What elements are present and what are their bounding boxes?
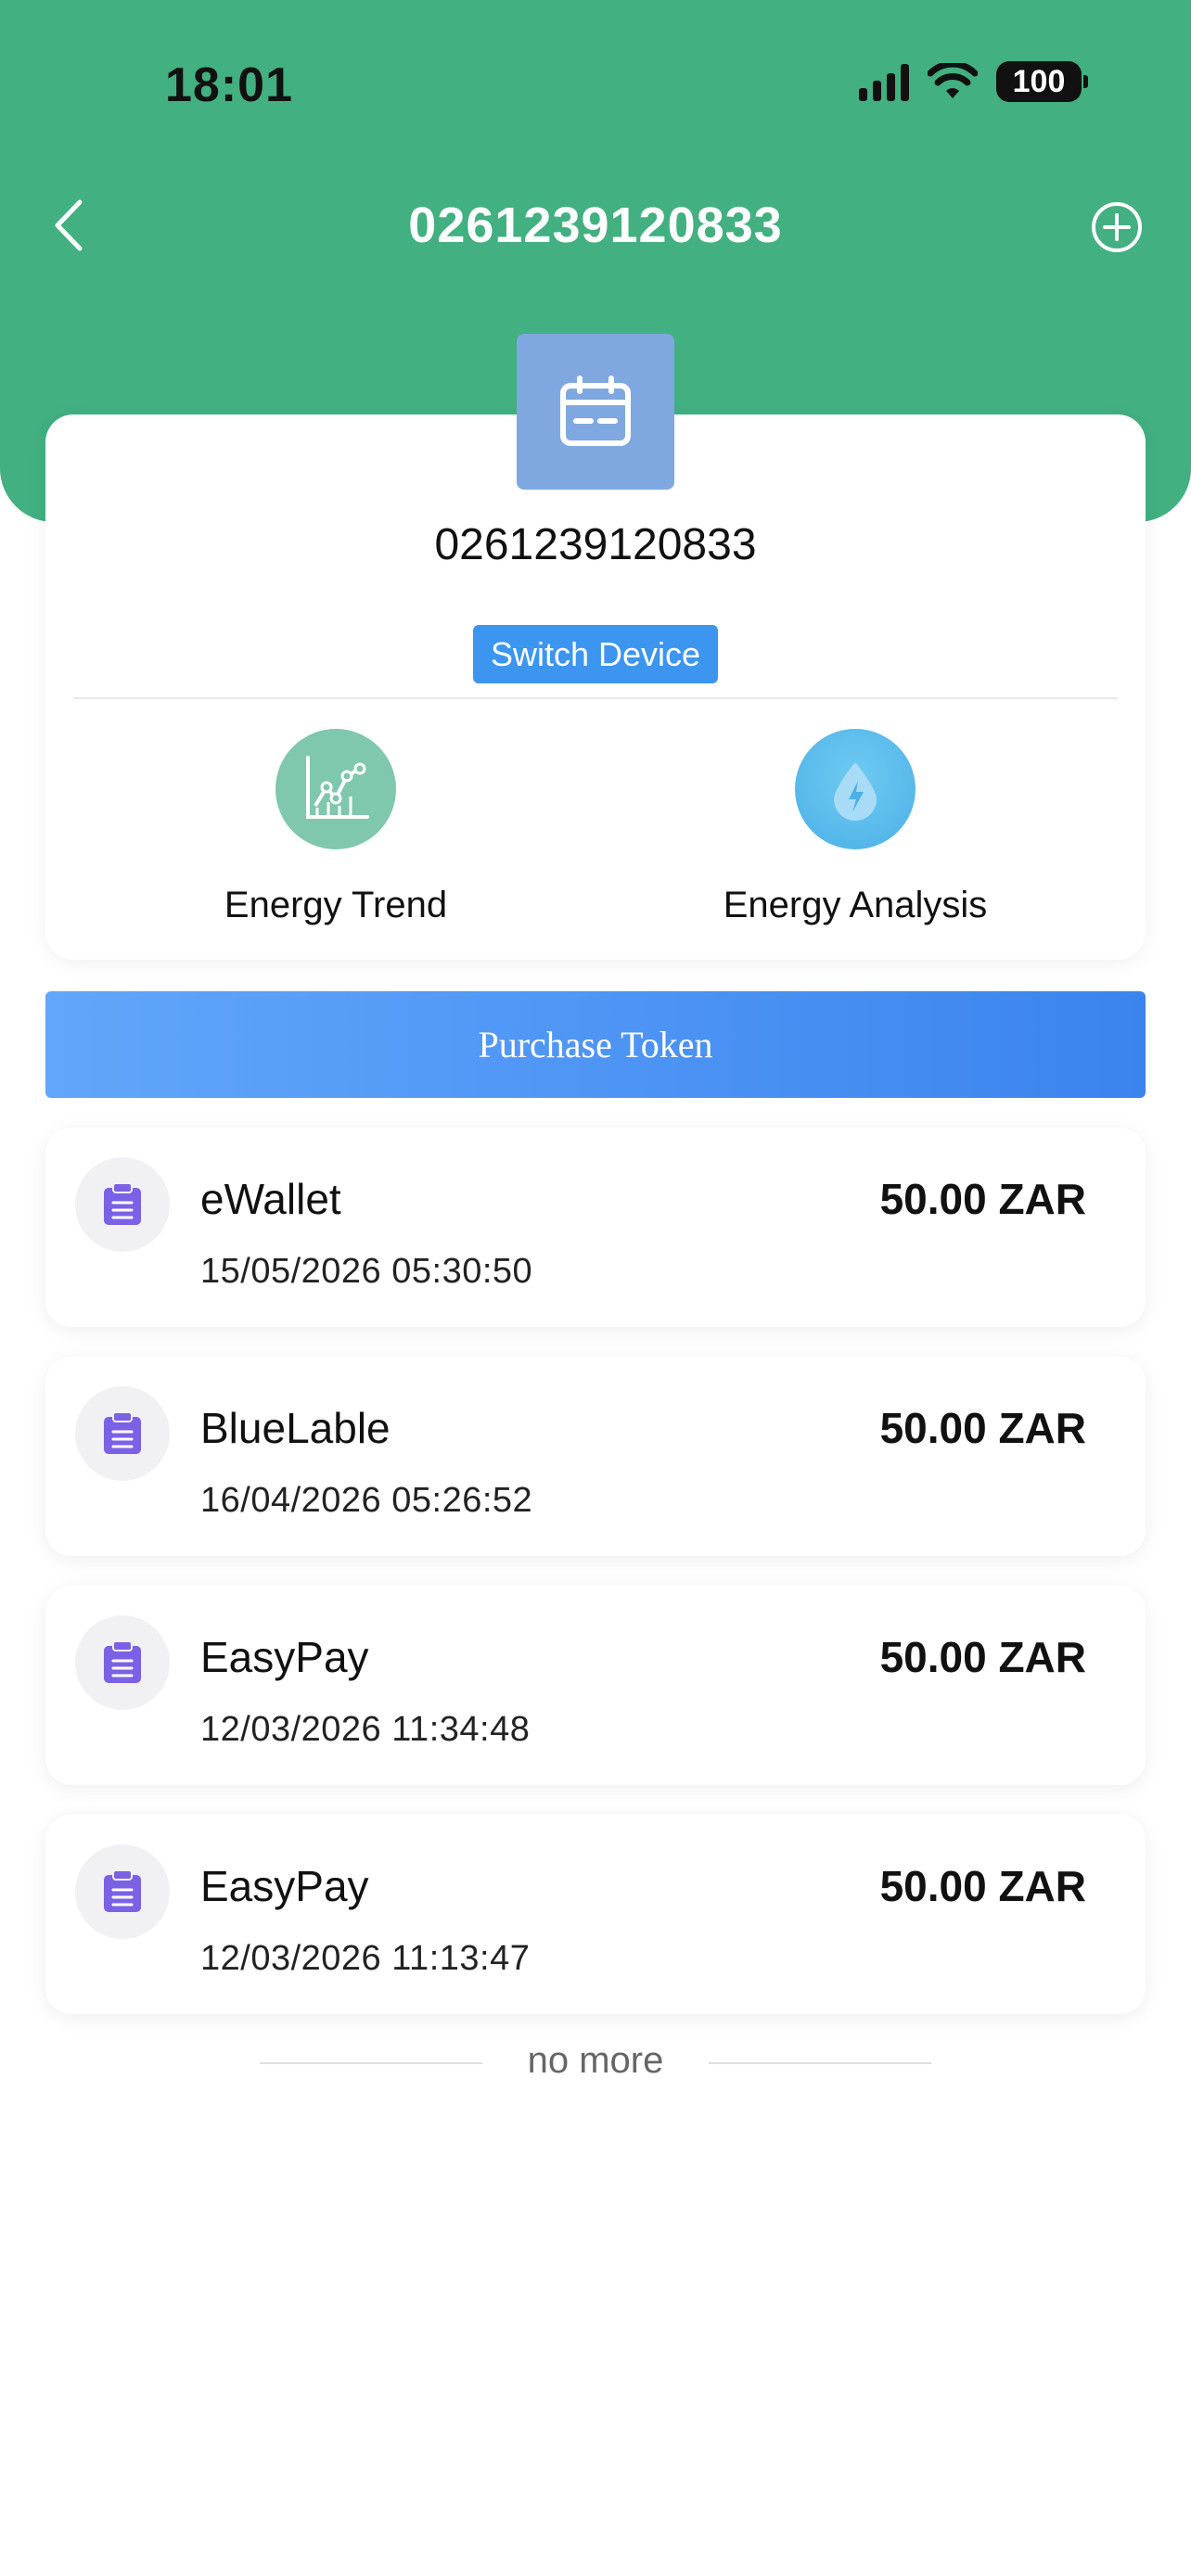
transaction-row[interactable]: EasyPay 12/03/2026 11:13:47 50.00 ZAR	[45, 1815, 1146, 2014]
transaction-datetime: 15/05/2026 05:30:50	[200, 1252, 533, 1291]
device-number: 0261239120833	[434, 520, 757, 569]
status-time: 18:01	[165, 58, 293, 112]
energy-trend-icon-circle	[275, 729, 396, 849]
device-icon	[517, 334, 674, 490]
clipboard-icon	[104, 1640, 141, 1683]
receipt-icon-circle	[75, 1157, 170, 1252]
transaction-method: EasyPay	[200, 1862, 369, 1910]
transaction-list: eWallet 15/05/2026 05:30:50 50.00 ZAR Bl…	[45, 1128, 1146, 2044]
transaction-amount: 50.00 ZAR	[879, 1404, 1086, 1452]
page-title: 0261239120833	[408, 198, 783, 253]
transaction-method: BlueLable	[200, 1404, 391, 1452]
transaction-datetime: 16/04/2026 05:26:52	[200, 1481, 533, 1520]
wifi-icon	[928, 63, 978, 98]
clipboard-icon	[104, 1182, 141, 1225]
battery-icon: 100	[996, 61, 1088, 102]
receipt-icon-circle	[75, 1615, 170, 1710]
line-chart-icon	[306, 756, 369, 819]
no-more-text: no more	[527, 2040, 664, 2081]
purchase-token-button[interactable]: Purchase Token	[45, 991, 1146, 1098]
energy-analysis-icon-circle	[795, 729, 916, 849]
transaction-amount: 50.00 ZAR	[879, 1862, 1086, 1910]
energy-trend-label: Energy Trend	[224, 885, 448, 925]
card-divider	[73, 697, 1118, 699]
energy-drop-icon	[834, 762, 877, 821]
cellular-signal-icon	[859, 62, 909, 101]
transaction-amount: 50.00 ZAR	[879, 1633, 1086, 1681]
battery-level: 100	[1012, 63, 1066, 99]
transaction-method: EasyPay	[200, 1633, 369, 1681]
receipt-icon-circle	[75, 1844, 170, 1939]
list-end-indicator: no more	[0, 2040, 1191, 2086]
status-icons: 100	[859, 61, 1088, 102]
page: 18:01 100 0261239120833 0261239120833 Sw…	[0, 0, 1191, 2576]
transaction-datetime: 12/03/2026 11:34:48	[200, 1710, 531, 1749]
transaction-method: eWallet	[200, 1175, 341, 1223]
switch-device-button[interactable]: Switch Device	[473, 625, 718, 683]
add-device-button[interactable]	[1089, 199, 1145, 255]
divider-line-right	[709, 2062, 931, 2064]
transaction-row[interactable]: EasyPay 12/03/2026 11:34:48 50.00 ZAR	[45, 1586, 1146, 1785]
transaction-amount: 50.00 ZAR	[879, 1175, 1086, 1223]
receipt-icon-circle	[75, 1386, 170, 1481]
transaction-row[interactable]: eWallet 15/05/2026 05:30:50 50.00 ZAR	[45, 1128, 1146, 1327]
energy-analysis-label: Energy Analysis	[723, 885, 988, 925]
clipboard-icon	[104, 1411, 141, 1454]
transaction-row[interactable]: BlueLable 16/04/2026 05:26:52 50.00 ZAR	[45, 1357, 1146, 1556]
transaction-datetime: 12/03/2026 11:13:47	[200, 1939, 531, 1978]
plus-circle-icon	[1092, 202, 1142, 252]
calendar-icon	[560, 376, 631, 446]
energy-trend-button[interactable]: Energy Trend	[76, 729, 596, 926]
energy-analysis-button[interactable]: Energy Analysis	[596, 729, 1115, 926]
clipboard-icon	[104, 1869, 141, 1912]
